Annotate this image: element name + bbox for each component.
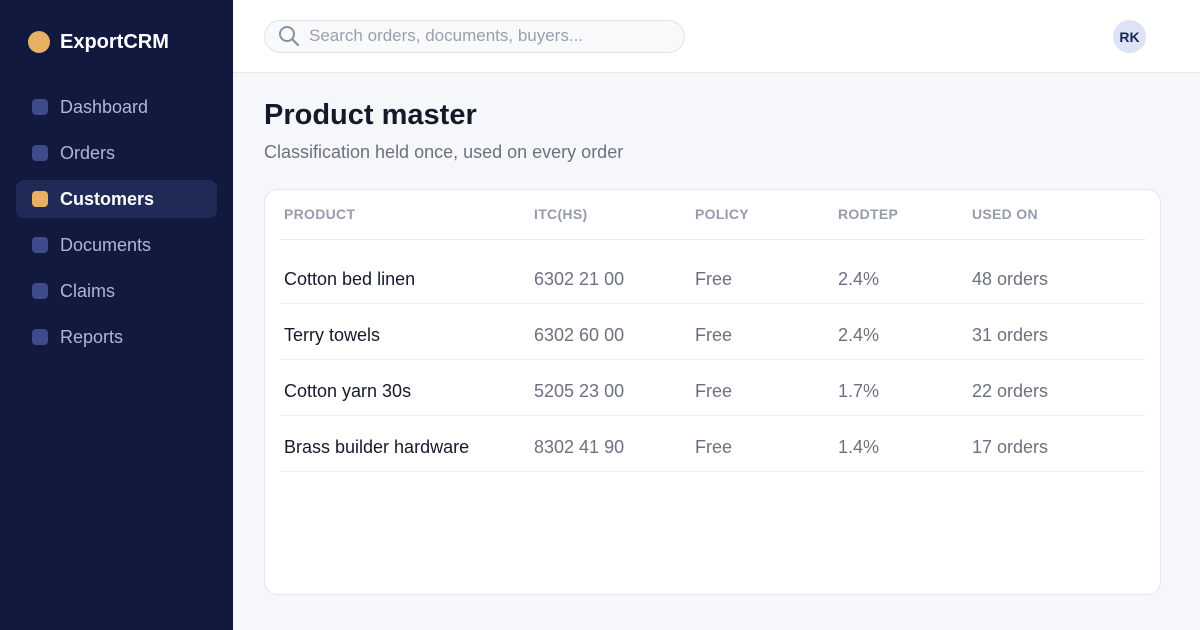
nav-bullet-icon <box>32 237 48 253</box>
sidebar-item-dashboard[interactable]: Dashboard <box>16 88 217 126</box>
table-row[interactable]: Brass builder hardware 8302 41 90 Free 1… <box>280 415 1145 472</box>
sidebar-item-label: Customers <box>60 188 155 209</box>
sidebar-item-reports[interactable]: Reports <box>16 318 217 356</box>
cell-product: Cotton yarn 30s <box>280 359 530 416</box>
column-header-rodtep[interactable]: RODTEP <box>834 190 968 240</box>
topbar: RK <box>233 0 1200 73</box>
cell-used-on: 22 orders <box>968 359 1145 416</box>
brand[interactable]: ExportCRM <box>16 30 217 54</box>
app-shell: ExportCRM Dashboard Orders Customers Doc… <box>0 0 1200 630</box>
column-header-product[interactable]: PRODUCT <box>280 190 530 240</box>
sidebar-item-label: Claims <box>60 280 116 301</box>
page-title: Product master <box>264 99 477 131</box>
main-area: RK Product master Classification held on… <box>233 0 1200 630</box>
cell-itc-hs: 5205 23 00 <box>530 359 691 416</box>
column-header-itc-hs[interactable]: ITC(HS) <box>530 190 691 240</box>
search-icon <box>279 26 300 47</box>
sidebar-item-label: Dashboard <box>60 96 149 117</box>
cell-itc-hs: 6302 60 00 <box>530 303 691 360</box>
product-table-card: PRODUCT ITC(HS) POLICY RODTEP USED ON Co… <box>264 189 1161 595</box>
nav-bullet-icon <box>32 99 48 115</box>
sidebar-item-claims[interactable]: Claims <box>16 272 217 310</box>
cell-rodtep: 2.4% <box>834 239 968 304</box>
page-subtitle: Classification held once, used on every … <box>264 142 624 162</box>
table-row[interactable]: Cotton bed linen 6302 21 00 Free 2.4% 48… <box>280 239 1145 304</box>
cell-policy: Free <box>691 359 834 416</box>
page-content: Product master Classification held once,… <box>233 73 1200 595</box>
sidebar-nav: Dashboard Orders Customers Documents Cla… <box>16 88 217 356</box>
cell-used-on: 31 orders <box>968 303 1145 360</box>
sidebar-item-label: Documents <box>60 234 152 255</box>
sidebar-item-orders[interactable]: Orders <box>16 134 217 172</box>
nav-bullet-icon <box>32 283 48 299</box>
nav-bullet-icon <box>32 191 48 207</box>
column-header-used-on[interactable]: USED ON <box>968 190 1145 240</box>
sidebar-item-label: Reports <box>60 326 124 347</box>
cell-itc-hs: 8302 41 90 <box>530 415 691 472</box>
cell-policy: Free <box>691 239 834 304</box>
brand-name: ExportCRM <box>60 30 169 53</box>
cell-policy: Free <box>691 415 834 472</box>
cell-used-on: 17 orders <box>968 415 1145 472</box>
sidebar-item-documents[interactable]: Documents <box>16 226 217 264</box>
column-header-policy[interactable]: POLICY <box>691 190 834 240</box>
cell-policy: Free <box>691 303 834 360</box>
avatar[interactable]: RK <box>1113 20 1146 53</box>
product-table: PRODUCT ITC(HS) POLICY RODTEP USED ON Co… <box>280 190 1145 472</box>
nav-bullet-icon <box>32 145 48 161</box>
cell-product: Brass builder hardware <box>280 415 530 472</box>
sidebar-item-customers[interactable]: Customers <box>16 180 217 218</box>
sidebar: ExportCRM Dashboard Orders Customers Doc… <box>0 0 233 630</box>
table-header-row: PRODUCT ITC(HS) POLICY RODTEP USED ON <box>280 190 1145 240</box>
sidebar-item-label: Orders <box>60 142 116 163</box>
search-box[interactable] <box>264 19 685 53</box>
cell-itc-hs: 6302 21 00 <box>530 239 691 304</box>
brand-logo-icon <box>28 31 50 53</box>
cell-product: Terry towels <box>280 303 530 360</box>
nav-bullet-icon <box>32 329 48 345</box>
cell-product: Cotton bed linen <box>280 239 530 304</box>
cell-rodtep: 1.4% <box>834 415 968 472</box>
cell-used-on: 48 orders <box>968 239 1145 304</box>
table-row[interactable]: Cotton yarn 30s 5205 23 00 Free 1.7% 22 … <box>280 359 1145 416</box>
cell-rodtep: 1.7% <box>834 359 968 416</box>
cell-rodtep: 2.4% <box>834 303 968 360</box>
search-input[interactable] <box>309 26 669 46</box>
table-row[interactable]: Terry towels 6302 60 00 Free 2.4% 31 ord… <box>280 303 1145 360</box>
